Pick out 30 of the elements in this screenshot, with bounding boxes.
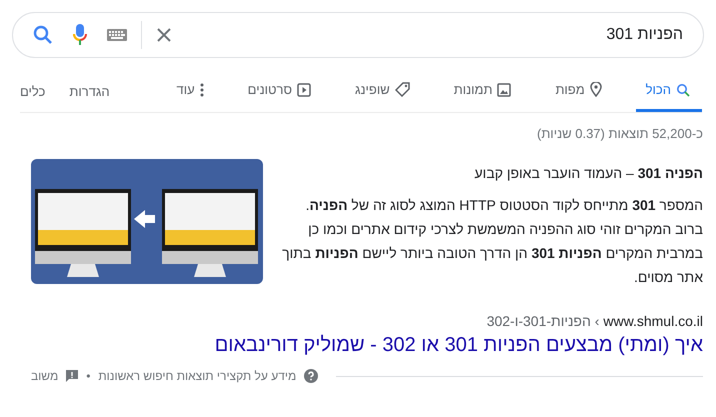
search-icon	[676, 82, 690, 96]
about-link[interactable]: מידע על תקצירי תוצאות חיפוש ראשונות	[98, 369, 296, 383]
tag-icon	[394, 82, 410, 97]
search-query: הפניות 301	[606, 26, 683, 43]
snippet-heading: הפניה 301 – העמוד הועבר באופן קבוע	[474, 164, 703, 183]
result-title-link[interactable]: איך (ומתי) מבצעים הפניות 301 או 302 - שמוליק דורינבאום	[214, 334, 703, 357]
keyboard-icon[interactable]	[107, 29, 127, 41]
microphone-icon[interactable]	[73, 24, 87, 46]
separator-dot: •	[86, 369, 90, 383]
close-icon[interactable]	[156, 27, 172, 43]
search-bar[interactable]: הפניות 301	[12, 12, 704, 58]
tools-link[interactable]: הגדרות	[69, 72, 110, 112]
tab[interactable]: שופינג	[345, 72, 422, 112]
feedback-link[interactable]: משוב	[31, 369, 58, 383]
image-icon	[497, 82, 512, 96]
tools-link[interactable]: כלים	[20, 72, 46, 112]
help-icon[interactable]	[304, 369, 318, 383]
map-pin-icon	[590, 82, 602, 97]
result-stats: כ-52,200 תוצאות (0.37 שניות)	[536, 126, 703, 141]
feedback-icon[interactable]	[66, 370, 78, 382]
more-icon	[200, 82, 204, 96]
search-icon[interactable]	[33, 25, 53, 45]
tab[interactable]: סרטונים	[238, 72, 323, 112]
url-path: › הפניות-301-ו-302	[486, 313, 600, 329]
play-icon	[297, 82, 311, 96]
tab[interactable]: תמונות	[444, 72, 524, 112]
tab[interactable]: הכול	[636, 72, 702, 112]
tab[interactable]: עוד	[166, 72, 216, 112]
tab[interactable]: מפות	[545, 72, 614, 112]
site-url: www.shmul.co.il	[603, 313, 703, 329]
